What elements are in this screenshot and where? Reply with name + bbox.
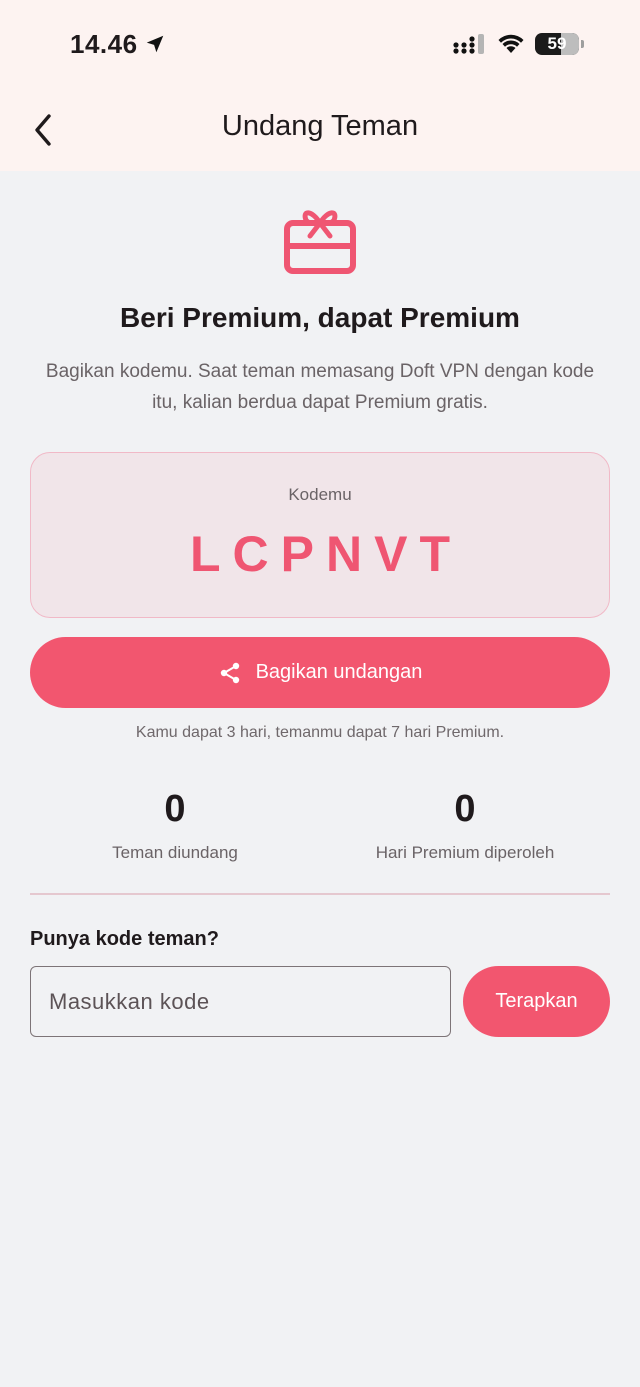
headline: Beri Premium, dapat Premium	[120, 302, 520, 333]
top-bar: 14.46 59 Undang Teman	[0, 0, 640, 171]
status-time-text: 14.46	[70, 28, 138, 59]
referral-code[interactable]: LCPNVT	[31, 525, 609, 583]
stat-premium-days: 0 Hari Premium diperoleh	[320, 788, 610, 863]
battery-level: 59	[547, 34, 567, 53]
stat-value: 0	[164, 788, 186, 830]
cellular-signal-icon	[453, 34, 484, 54]
stat-label: Teman diundang	[112, 843, 238, 862]
status-time: 14.46	[70, 28, 166, 60]
share-invite-label: Bagikan undangan	[255, 661, 423, 683]
referral-code-card: Kodemu LCPNVT	[30, 452, 610, 618]
wifi-icon	[498, 34, 524, 53]
gift-card-icon	[284, 210, 356, 274]
share-icon	[220, 662, 239, 683]
stat-label: Hari Premium diperoleh	[375, 843, 555, 862]
stat-friends-invited: 0 Teman diundang	[30, 788, 320, 863]
code-label: Kodemu	[288, 485, 352, 504]
friend-code-label: Punya kode teman?	[30, 928, 219, 950]
description: Bagikan kodemu. Saat teman memasang Doft…	[45, 361, 595, 413]
status-icons: 59	[453, 30, 584, 58]
reward-note: Kamu dapat 3 hari, temanmu dapat 7 hari …	[135, 724, 505, 741]
apply-code-button[interactable]: Terapkan	[463, 966, 610, 1037]
divider	[30, 893, 610, 895]
battery-icon: 59	[535, 33, 579, 55]
battery-tip	[581, 40, 584, 48]
page-title: Undang Teman	[221, 110, 419, 142]
stat-value: 0	[454, 788, 476, 830]
location-arrow-icon	[146, 35, 163, 53]
share-invite-button[interactable]: Bagikan undangan	[30, 637, 610, 708]
friend-code-input[interactable]	[30, 966, 451, 1037]
